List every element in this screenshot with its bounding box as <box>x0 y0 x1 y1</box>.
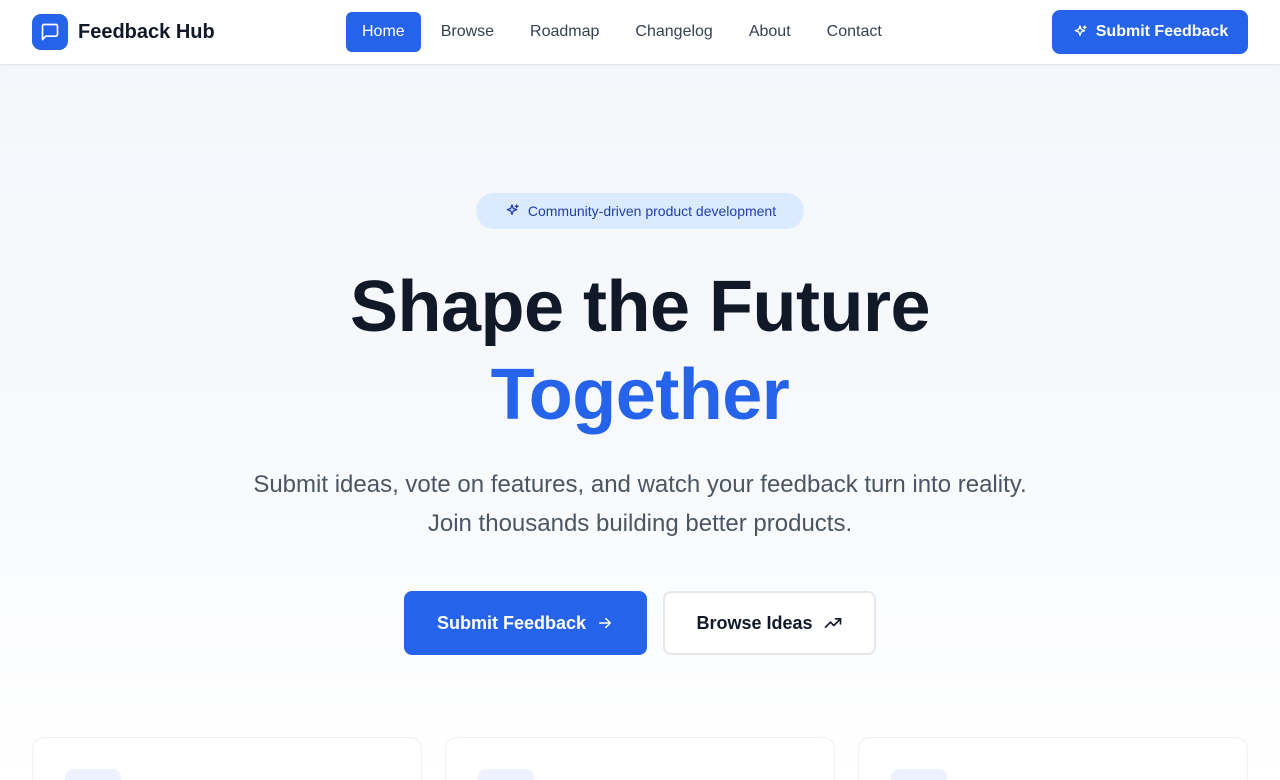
arrow-right-icon <box>596 614 614 632</box>
hero-title-highlight: Together <box>490 355 790 435</box>
hero-submit-feedback-button[interactable]: Submit Feedback <box>404 591 647 655</box>
feature-card <box>445 737 835 780</box>
hero-title: Shape the Future <box>349 267 931 347</box>
nav-about[interactable]: About <box>733 12 807 52</box>
hero-subtitle: Submit ideas, vote on features, and watc… <box>253 471 1027 537</box>
hero-badge: Community-driven product development <box>476 193 804 229</box>
feature-card-icon <box>65 769 121 780</box>
nav-changelog[interactable]: Changelog <box>619 12 728 52</box>
brand[interactable]: Feedback Hub <box>32 14 215 50</box>
nav-contact[interactable]: Contact <box>811 12 898 52</box>
message-square-icon <box>32 14 68 50</box>
feature-card-icon <box>891 769 947 780</box>
sparkles-icon <box>504 203 520 219</box>
hero-badge-text: Community-driven product development <box>527 203 777 219</box>
feature-card <box>858 737 1248 780</box>
trending-up-icon <box>823 613 843 633</box>
header-submit-feedback-button[interactable]: Submit Feedback <box>1052 10 1248 54</box>
brand-name: Feedback Hub <box>78 20 215 43</box>
sparkles-icon <box>1072 24 1088 40</box>
hero-secondary-label: Browse Ideas <box>696 612 813 633</box>
feature-card <box>32 737 422 780</box>
nav-browse[interactable]: Browse <box>425 12 510 52</box>
main-nav: Home Browse Roadmap Changelog About Cont… <box>346 12 902 52</box>
feature-card-icon <box>478 769 534 780</box>
header-cta-label: Submit Feedback <box>1095 23 1229 40</box>
nav-home[interactable]: Home <box>346 12 421 52</box>
site-header: Feedback Hub Home Browse Roadmap Changel… <box>0 0 1280 65</box>
hero-browse-ideas-button[interactable]: Browse Ideas <box>663 591 876 655</box>
nav-roadmap[interactable]: Roadmap <box>514 12 615 52</box>
hero-primary-label: Submit Feedback <box>436 612 587 633</box>
